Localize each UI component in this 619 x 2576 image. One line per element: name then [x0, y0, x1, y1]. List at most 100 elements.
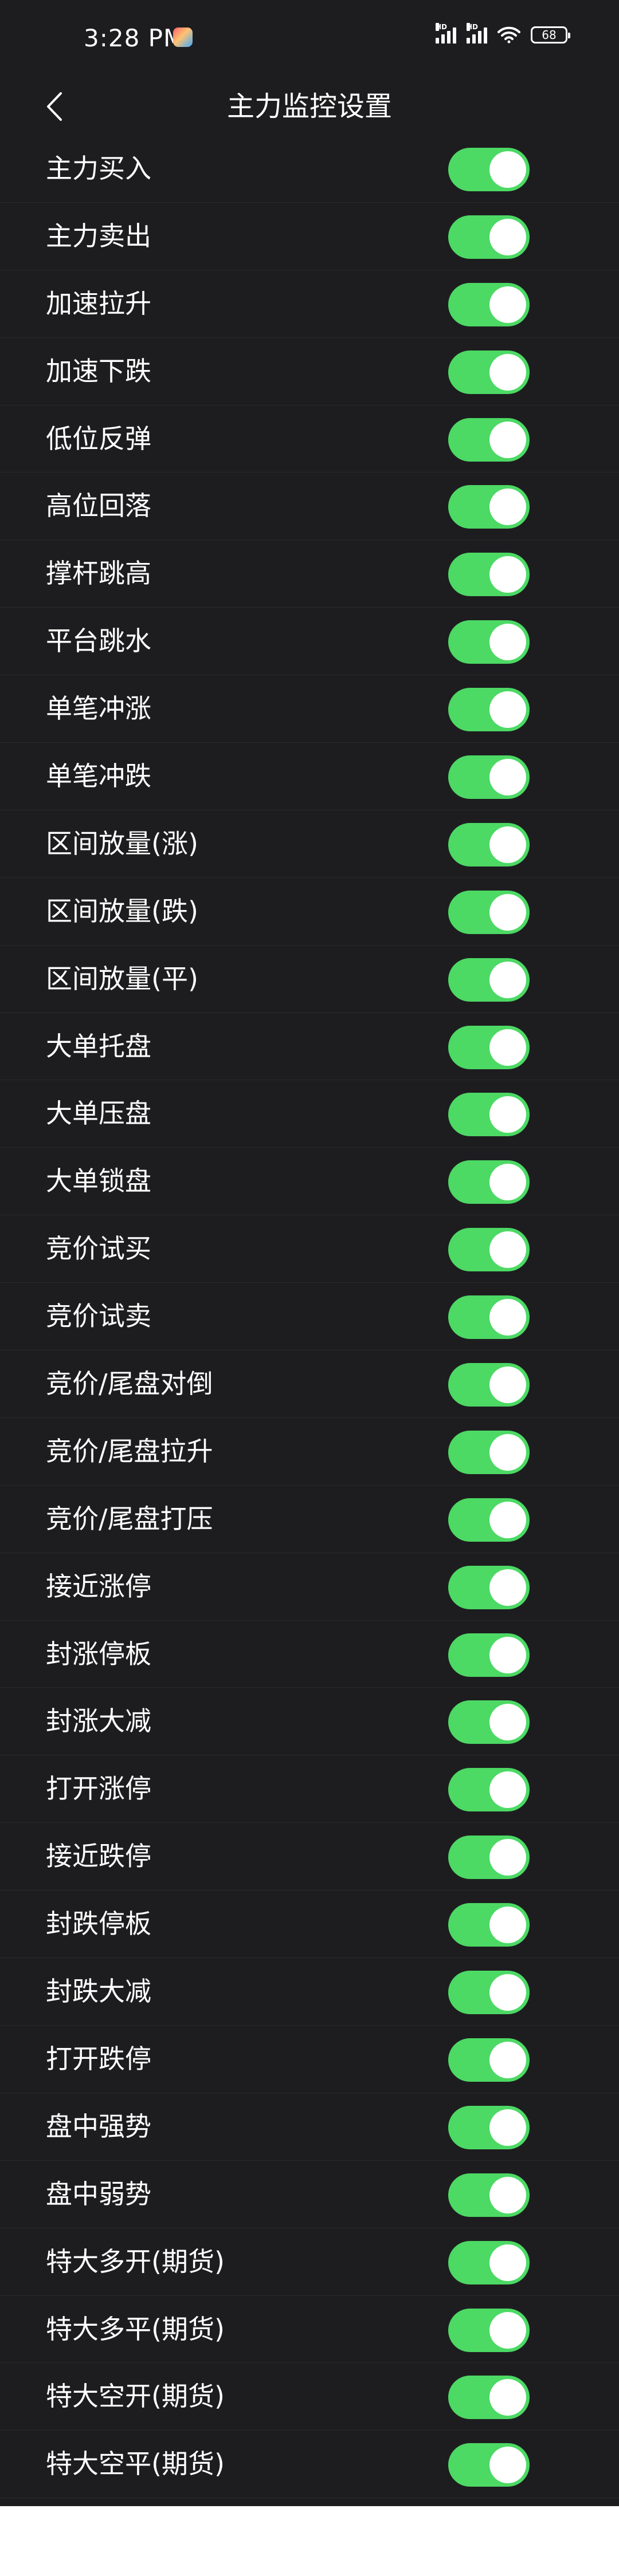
- settings-list: 主力买入 主力卖出 加速拉升 加速下跌 低位反弹 高位回落 撑杆跳高 平台跳水 单笔冲涨 单笔冲跌…: [0, 135, 619, 2499]
- setting-toggle[interactable]: [448, 282, 530, 326]
- setting-toggle[interactable]: [448, 620, 530, 664]
- setting-toggle[interactable]: [448, 2443, 530, 2487]
- setting-row: 竞价试买: [0, 1215, 619, 1283]
- toggle-knob: [489, 2244, 526, 2281]
- status-bar: 3:28 PM HD HD 68: [0, 0, 619, 78]
- setting-toggle[interactable]: [448, 485, 530, 529]
- setting-label: 接近涨停: [46, 1570, 151, 1602]
- toggle-knob: [489, 286, 526, 323]
- setting-toggle[interactable]: [448, 1700, 530, 1744]
- page-title: 主力监控设置: [226, 90, 392, 123]
- battery-level: 68: [542, 28, 557, 42]
- toggle-knob: [489, 489, 526, 526]
- setting-toggle[interactable]: [448, 1565, 530, 1609]
- setting-label: 封涨停板: [46, 1638, 151, 1669]
- setting-row: 低位反弹: [0, 405, 619, 473]
- status-time: 3:28 PM: [84, 24, 185, 52]
- setting-toggle[interactable]: [448, 148, 530, 191]
- setting-row: 封涨停板: [0, 1621, 619, 1688]
- setting-toggle[interactable]: [448, 1160, 530, 1204]
- toggle-knob: [489, 353, 526, 391]
- setting-row: 加速拉升: [0, 270, 619, 338]
- setting-row: 区间放量(跌): [0, 878, 619, 946]
- setting-label: 区间放量(跌): [46, 895, 198, 927]
- signal-hd-label: HD: [436, 23, 448, 31]
- toggle-knob: [489, 1974, 526, 2011]
- setting-label: 盘中强势: [46, 2110, 151, 2142]
- toggle-knob: [489, 2176, 526, 2213]
- setting-row: 平台跳水: [0, 608, 619, 676]
- cellular-signal-2-icon: HD: [467, 23, 487, 44]
- setting-row: 特大多开(期货): [0, 2228, 619, 2296]
- setting-label: 特大空开(期货): [46, 2381, 225, 2412]
- setting-label: 单笔冲跌: [46, 761, 151, 792]
- setting-toggle[interactable]: [448, 2105, 530, 2149]
- setting-label: 加速下跌: [46, 355, 151, 387]
- setting-toggle[interactable]: [448, 755, 530, 799]
- setting-toggle[interactable]: [448, 417, 530, 462]
- setting-toggle[interactable]: [448, 2376, 530, 2420]
- setting-row: 加速下跌: [0, 338, 619, 405]
- setting-toggle[interactable]: [448, 1971, 530, 2015]
- setting-toggle[interactable]: [448, 890, 530, 934]
- setting-toggle[interactable]: [448, 1025, 530, 1069]
- setting-toggle[interactable]: [448, 1903, 530, 1947]
- setting-toggle[interactable]: [448, 822, 530, 866]
- setting-label: 主力买入: [46, 153, 151, 184]
- setting-toggle[interactable]: [448, 1430, 530, 1474]
- setting-toggle[interactable]: [448, 688, 530, 732]
- setting-label: 撑杆跳高: [46, 558, 151, 589]
- setting-toggle[interactable]: [448, 553, 530, 597]
- nav-bar: 主力监控设置: [0, 78, 619, 135]
- setting-toggle[interactable]: [448, 350, 530, 394]
- toggle-knob: [489, 1164, 526, 1201]
- setting-row: 大单托盘: [0, 1013, 619, 1081]
- toggle-knob: [489, 218, 526, 255]
- toggle-knob: [489, 691, 526, 728]
- toggle-knob: [489, 893, 526, 931]
- setting-toggle[interactable]: [448, 1498, 530, 1542]
- setting-toggle[interactable]: [448, 215, 530, 259]
- toggle-knob: [489, 2379, 526, 2416]
- setting-label: 接近跌停: [46, 1841, 151, 1872]
- setting-label: 打开涨停: [46, 1773, 151, 1805]
- setting-toggle[interactable]: [448, 1295, 530, 1340]
- toggle-knob: [489, 1771, 526, 1809]
- setting-row: 盘中弱势: [0, 2161, 619, 2228]
- setting-row: 接近跌停: [0, 1823, 619, 1891]
- setting-toggle[interactable]: [448, 1633, 530, 1677]
- setting-label: 特大多平(期货): [46, 2313, 225, 2345]
- toggle-knob: [489, 2311, 526, 2349]
- setting-toggle[interactable]: [448, 2173, 530, 2217]
- setting-toggle[interactable]: [448, 1093, 530, 1137]
- toggle-knob: [489, 624, 526, 661]
- battery-icon: 68: [531, 26, 570, 44]
- setting-row: 封涨大减: [0, 1688, 619, 1756]
- setting-toggle[interactable]: [448, 2240, 530, 2284]
- toggle-knob: [489, 421, 526, 458]
- setting-label: 封跌停板: [46, 1908, 151, 1940]
- setting-label: 大单托盘: [46, 1030, 151, 1062]
- cellular-signal-icon: HD: [436, 23, 456, 44]
- status-icons: HD HD 68: [436, 23, 570, 44]
- setting-toggle[interactable]: [448, 1363, 530, 1407]
- setting-label: 大单锁盘: [46, 1165, 151, 1197]
- toggle-knob: [489, 759, 526, 796]
- setting-row: 大单锁盘: [0, 1148, 619, 1216]
- setting-toggle[interactable]: [448, 958, 530, 1002]
- setting-toggle[interactable]: [448, 1228, 530, 1272]
- setting-row: 特大多平(期货): [0, 2296, 619, 2364]
- setting-toggle[interactable]: [448, 1836, 530, 1880]
- toggle-knob: [489, 826, 526, 863]
- toggle-knob: [489, 961, 526, 998]
- setting-toggle[interactable]: [448, 1768, 530, 1812]
- setting-row: 单笔冲跌: [0, 743, 619, 810]
- setting-toggle[interactable]: [448, 2038, 530, 2082]
- toggle-knob: [489, 1839, 526, 1876]
- setting-toggle[interactable]: [448, 2308, 530, 2352]
- setting-label: 竞价/尾盘对倒: [46, 1368, 213, 1400]
- app-screen: 3:28 PM HD HD 68 主力监控设置 主力买入 主力卖出 加速拉升 加…: [0, 0, 619, 2506]
- setting-label: 封涨大减: [46, 1705, 151, 1737]
- setting-row: 大单压盘: [0, 1080, 619, 1148]
- wifi-icon: [497, 26, 520, 44]
